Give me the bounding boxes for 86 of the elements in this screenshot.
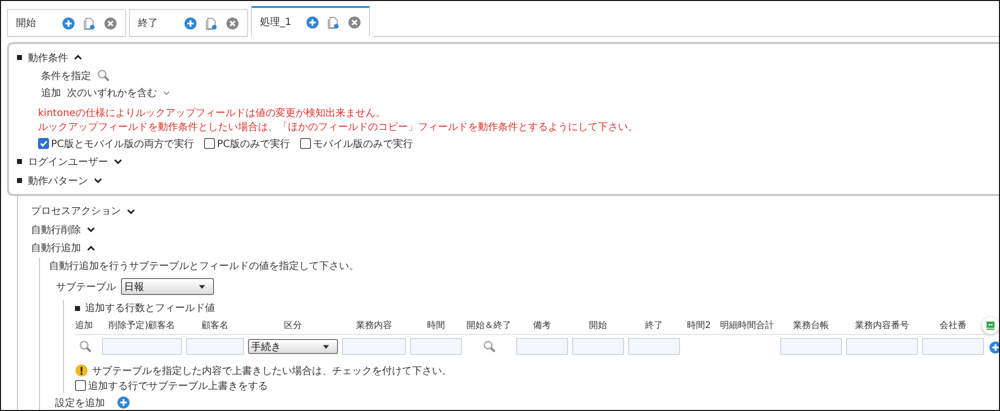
search-icon[interactable] [482, 340, 496, 353]
bullet-icon [17, 55, 22, 60]
column-header: 明細時間合計 [720, 320, 774, 332]
input-field[interactable] [186, 338, 244, 355]
add-icon[interactable] [117, 396, 130, 409]
input-field[interactable] [410, 338, 462, 355]
warning-text: kintoneの仕様によりルックアップフィールドは値の変更が検知出来ません。 [38, 107, 386, 121]
bullet-icon [17, 159, 22, 164]
monitor-icon [985, 320, 996, 330]
subtable-label: サブテーブル [56, 280, 116, 294]
chevron-down-icon[interactable] [87, 226, 95, 234]
note-text: サブテーブルを指定した内容で上書きしたい場合は、チェックを付けて下さい。 [92, 364, 452, 378]
copy-icon[interactable] [83, 16, 96, 30]
checkbox[interactable] [300, 138, 312, 149]
condition-label: 条件を指定 [41, 70, 91, 82]
warning-text: ルックアップフィールドを動作条件としたい場合は、「ほかのフィールドのコピー」フィールドを動作条件とするようにして下さい。 [38, 121, 639, 135]
section-title[interactable]: 動作パターン [28, 174, 88, 188]
fields-title: 追加する行数とフィールド値 [85, 302, 215, 315]
checkbox-label[interactable]: 追加する行でサブテーブル上書きをする [88, 378, 268, 392]
tab[interactable]: 処理_1 [251, 6, 370, 37]
add-icon[interactable] [184, 16, 197, 30]
input-field[interactable] [572, 338, 624, 355]
input-field[interactable] [780, 338, 842, 355]
close-icon[interactable] [104, 16, 117, 30]
column-header: 追加 [75, 320, 93, 332]
tab-label[interactable]: 処理_1 [260, 15, 298, 29]
checkbox[interactable] [38, 138, 49, 149]
subtable-select[interactable]: 日報 [121, 278, 214, 295]
column-header: 終了 [645, 320, 663, 332]
chevron-down-icon[interactable] [94, 177, 102, 184]
input-field[interactable] [342, 338, 406, 355]
checkbox-label[interactable]: モバイル版のみで実行 [313, 136, 414, 150]
tab-label[interactable]: 開始 [16, 16, 54, 30]
pattern-item-title[interactable]: 自動行削除 [31, 222, 81, 237]
checkbox-label[interactable]: PC版とモバイル版の両方で実行 [51, 136, 194, 150]
input-field[interactable] [922, 338, 984, 355]
column-header: 業務内容番号 [855, 320, 909, 332]
instruction-text: 自動行追加を行うサブテーブルとフィールドの値を指定して下さい。 [49, 260, 360, 274]
input-field[interactable] [516, 338, 568, 355]
column-header: 区分 [284, 320, 302, 332]
add-icon[interactable] [306, 16, 319, 28]
input-field[interactable] [846, 338, 918, 355]
add-icon[interactable] [62, 16, 75, 30]
chevron-up-icon[interactable] [87, 244, 95, 252]
column-header: 開始 [589, 320, 607, 332]
pattern-item-title[interactable]: 自動行追加 [31, 241, 81, 256]
column-header: 削除予定)顧客名 [108, 320, 176, 332]
column-header: 時間 [427, 320, 445, 332]
condition-operator: 次のいずれかを含む [67, 86, 157, 100]
checkbox-label[interactable]: PC版のみで実行 [217, 136, 290, 150]
floating-button[interactable] [982, 316, 999, 334]
copy-icon[interactable] [205, 16, 218, 30]
category-select[interactable]: 手続き [248, 339, 338, 354]
chevron-up-icon[interactable] [74, 54, 82, 61]
tab[interactable]: 終了 [129, 9, 248, 37]
column-header: 会社番 [940, 320, 966, 332]
checkbox[interactable] [75, 380, 86, 391]
caret-icon [323, 344, 329, 348]
chevron-down-icon[interactable] [127, 208, 135, 215]
search-icon[interactable] [97, 69, 110, 82]
tab-label[interactable]: 終了 [138, 16, 176, 30]
condition-field: 追加 [41, 86, 61, 100]
pattern-item-title[interactable]: プロセスアクション [31, 204, 121, 218]
input-field[interactable] [628, 338, 680, 355]
section-title[interactable]: 動作条件 [28, 50, 68, 64]
bullet-icon [75, 306, 80, 310]
column-header: 業務内容 [356, 320, 392, 332]
chevron-down-icon[interactable] [114, 158, 122, 165]
caret-icon [199, 284, 205, 288]
column-header: 顧客名 [202, 320, 228, 332]
column-header: 開始＆終了 [466, 320, 512, 332]
add-row-icon[interactable] [989, 340, 999, 354]
column-header: 備考 [533, 320, 551, 332]
column-header: 業務台帳 [793, 320, 829, 332]
copy-icon[interactable] [327, 16, 340, 28]
close-icon[interactable] [226, 16, 239, 30]
tab[interactable]: 開始 [7, 9, 126, 37]
checkbox[interactable] [204, 138, 216, 149]
add-setting-label: 設定を追加 [55, 396, 105, 410]
bullet-icon [17, 178, 22, 183]
warning-icon [75, 364, 88, 377]
input-field[interactable] [102, 338, 182, 355]
close-icon[interactable] [348, 16, 361, 28]
section-title[interactable]: ログインユーザー [28, 154, 108, 168]
column-header: 時間2 [687, 320, 711, 332]
search-icon[interactable] [79, 340, 92, 353]
